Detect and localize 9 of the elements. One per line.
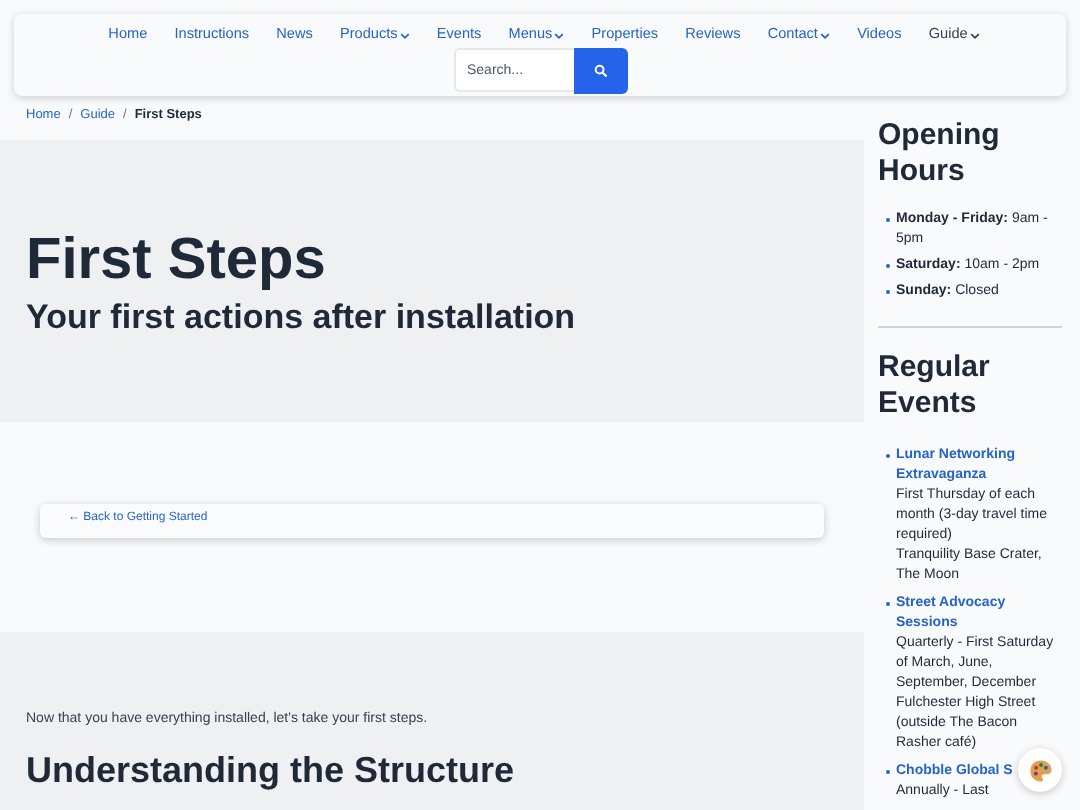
theme-button[interactable] <box>1018 748 1062 792</box>
sidebar-heading: Regular Events <box>878 350 992 422</box>
page-subtitle: Your first actions after installation <box>26 296 578 340</box>
page-title: First Steps <box>26 226 328 296</box>
palette-icon <box>1027 757 1053 783</box>
section-heading: Understanding the Structure <box>26 750 517 792</box>
sidebar-heading: Opening Hours <box>878 118 1002 190</box>
search-button[interactable] <box>573 47 627 93</box>
search-icon <box>593 63 607 77</box>
